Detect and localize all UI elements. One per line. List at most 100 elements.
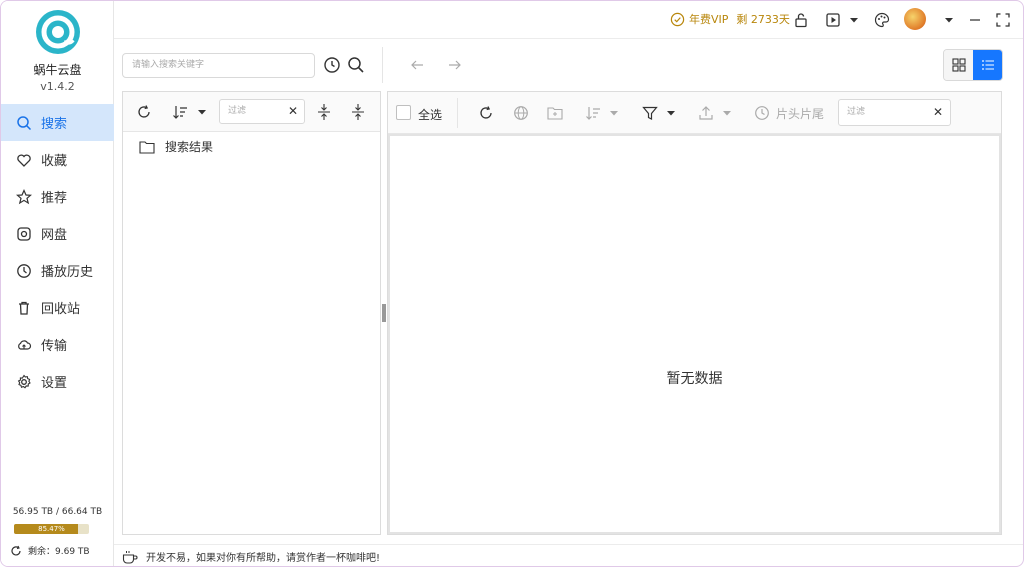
caret-down-icon[interactable] [197,107,207,117]
sidebar-item-history[interactable]: 播放历史 [1,252,114,289]
file-filter-placeholder: 过滤 [847,107,866,117]
collapse-all-icon[interactable] [350,103,366,121]
arrow-right-icon[interactable] [447,57,463,73]
clock-icon [16,263,32,279]
sidebar-item-label: 搜索 [41,117,68,132]
history-icon[interactable] [323,56,341,74]
coffee-icon[interactable] [122,550,138,564]
status-message: 开发不易，如果对你有所帮助，请赏作者一杯咖啡吧! [146,553,381,564]
refresh-icon[interactable] [478,104,496,122]
sidebar-item-label: 回收站 [41,302,81,317]
play-icon [826,13,840,27]
sidebar-nav: 搜索 收藏 推荐 网盘 播放历史 回收站 传输 设置 [1,104,114,400]
sidebar-item-label: 播放历史 [41,265,94,280]
vip-badge[interactable]: 年费VIP 剩 2733天 [670,11,790,27]
clock-icon[interactable] [754,104,772,122]
divider [457,98,458,128]
player-menu-button[interactable] [824,11,860,29]
disk-icon [16,226,32,242]
vip-days: 剩 2733天 [736,13,790,26]
user-avatar[interactable] [904,8,926,30]
palette-icon[interactable] [873,11,891,29]
app-version: v1.4.2 [40,80,75,93]
star-icon [16,188,32,205]
sidebar-item-favorites[interactable]: 收藏 [1,141,114,178]
grid-view-button[interactable] [944,50,973,80]
heart-icon [16,152,32,168]
minimize-icon[interactable] [966,11,984,29]
intro-outro-button[interactable]: 片头片尾 [776,105,824,122]
app-window: 蜗牛云盘 v1.4.2 搜索 收藏 推荐 网盘 播放历史 回收站 传输 设置 5… [0,0,1024,567]
tree-toolbar: 过滤 ✕ [123,92,380,132]
caret-down-icon [610,111,618,116]
status-bar: 开发不易，如果对你有所帮助，请赏作者一杯咖啡吧! [114,544,1023,566]
sidebar-item-label: 网盘 [41,228,68,243]
sidebar-item-settings[interactable]: 设置 [1,363,114,400]
vip-label: 年费VIP [689,13,729,26]
sidebar-item-label: 收藏 [41,154,68,169]
select-all-checkbox[interactable] [396,105,411,120]
sidebar-item-label: 传输 [41,339,68,354]
sidebar-item-search[interactable]: 搜索 [1,104,114,141]
filter-menu-button[interactable] [642,104,678,122]
tree-node-search-results[interactable]: 搜索结果 [139,138,213,155]
storage-usage: 56.95 TB / 66.64 TB [12,507,103,517]
maximize-icon[interactable] [994,11,1012,29]
file-filter-input[interactable]: 过滤 ✕ [838,99,951,126]
storage-remaining-label: 剩余：9.69 TB [28,547,90,557]
file-list-panel: 全选 片头片尾 过滤 ✕ 暂无数据 [387,91,1002,535]
sidebar-item-recommend[interactable]: 推荐 [1,178,114,215]
tree-filter-placeholder: 过滤 [228,106,247,116]
gear-icon [16,374,32,390]
refresh-icon[interactable] [136,104,152,120]
list-view-button[interactable] [973,50,1002,80]
sort-icon[interactable] [172,104,188,120]
tree-node-label: 搜索结果 [165,140,214,154]
vip-check-icon [670,12,685,26]
search-button-icon[interactable] [347,56,365,74]
caret-down-icon [667,111,675,116]
sidebar-item-netdisk[interactable]: 网盘 [1,215,114,252]
panel-splitter[interactable] [382,304,386,322]
title-bar: 年费VIP 剩 2733天 [114,1,1023,39]
file-toolbar: 全选 片头片尾 过滤 ✕ [388,92,1001,134]
folder-icon [139,140,155,154]
unlock-icon[interactable] [792,11,810,29]
empty-state-text: 暂无数据 [666,371,723,387]
file-list: 暂无数据 [388,134,1001,534]
tree-filter-input[interactable]: 过滤 ✕ [219,99,305,124]
trash-icon [16,300,32,316]
view-toggle [943,49,1003,81]
new-folder-icon[interactable] [547,104,565,122]
sort-icon [586,107,600,120]
caret-down-icon [850,18,858,23]
storage-percent: 85.47% [38,525,65,533]
search-input[interactable]: 请输入搜索关键字 [122,53,315,78]
caret-down-icon [723,111,731,116]
list-icon [981,60,994,70]
caret-down-icon[interactable] [940,11,958,29]
search-icon [16,115,32,131]
filter-icon [642,106,658,120]
divider [382,47,383,83]
upload-icon [699,106,713,120]
globe-icon[interactable] [513,104,531,122]
app-logo [36,10,80,54]
upload-menu-button[interactable] [698,104,734,122]
arrow-left-icon[interactable] [409,57,425,73]
clear-icon[interactable]: ✕ [288,100,298,123]
cloud-icon [16,337,32,353]
sidebar: 蜗牛云盘 v1.4.2 搜索 收藏 推荐 网盘 播放历史 回收站 传输 设置 5… [1,1,114,566]
sidebar-item-label: 设置 [41,376,68,391]
select-all-label: 全选 [418,108,443,122]
clear-icon[interactable]: ✕ [933,100,943,125]
grid-icon [951,58,966,72]
sidebar-item-trash[interactable]: 回收站 [1,289,114,326]
expand-all-icon[interactable] [316,103,332,121]
sort-menu-button[interactable] [585,104,621,122]
folder-tree-panel: 过滤 ✕ 搜索结果 [122,91,381,535]
storage-remaining: 剩余：9.69 TB [10,544,90,557]
sidebar-item-label: 推荐 [41,191,68,206]
sidebar-item-transfer[interactable]: 传输 [1,326,114,363]
refresh-icon[interactable] [10,545,22,557]
